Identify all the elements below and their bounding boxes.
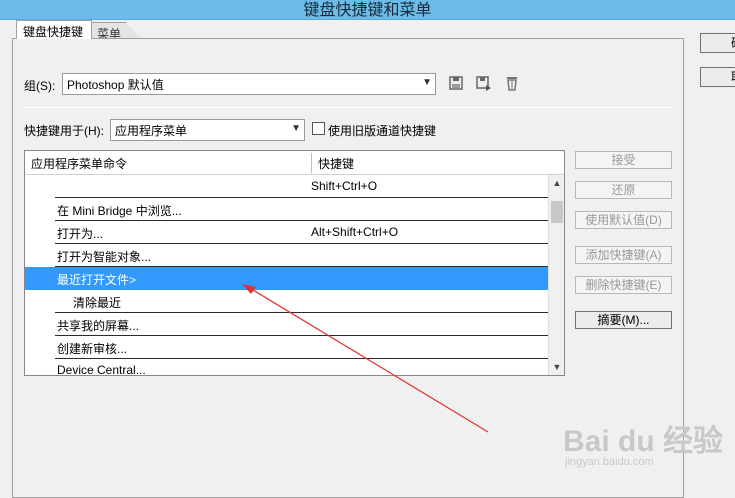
window-title: 键盘快捷键和菜单 (303, 2, 432, 19)
cancel-button[interactable]: 取 (700, 67, 735, 87)
command-name: 共享我的屏幕... (57, 319, 140, 333)
group-label: 组(S): (24, 79, 56, 93)
command-name: Device Central... (57, 363, 146, 376)
tab-keyboard-shortcuts[interactable]: 键盘快捷键 (16, 20, 92, 39)
table-row[interactable]: 在 Mini Bridge 中浏览... (25, 198, 549, 221)
chevron-down-icon: ▼ (291, 123, 301, 134)
table-row[interactable]: 清除最近 (25, 290, 549, 313)
group-select-value: Photoshop 默认值 (67, 78, 164, 92)
chevron-down-icon: ▼ (422, 77, 432, 88)
command-name: 清除最近 (73, 296, 122, 310)
accept-button[interactable]: 接受 (575, 151, 672, 169)
column-header-shortcut[interactable]: 快捷键 (318, 155, 354, 172)
command-name: 最近打开文件> (57, 273, 137, 287)
legacy-channel-shortcuts-label: 使用旧版通道快捷键 (328, 124, 437, 138)
command-name: 创建新审核... (57, 342, 128, 356)
use-default-button[interactable]: 使用默认值(D) (575, 211, 672, 229)
column-header-command[interactable]: 应用程序菜单命令 (31, 155, 127, 172)
undo-button[interactable]: 还原 (575, 181, 672, 199)
command-name: 在 Mini Bridge 中浏览... (57, 204, 182, 218)
scroll-thumb[interactable] (551, 201, 563, 223)
scroll-down-icon[interactable]: ▼ (549, 359, 564, 375)
scroll-up-icon[interactable]: ▲ (549, 175, 564, 191)
delete-icon[interactable] (503, 75, 521, 93)
shortcut-value[interactable]: Alt+Shift+Ctrl+O (311, 225, 398, 239)
title-bar: 键盘快捷键和菜单 (0, 0, 735, 20)
summarize-button[interactable]: 摘要(M)... (575, 311, 672, 329)
legacy-channel-shortcuts-checkbox[interactable] (312, 122, 325, 135)
table-row[interactable]: 打开为... Alt+Shift+Ctrl+O (25, 221, 549, 244)
add-shortcut-button[interactable]: 添加快捷键(A) (575, 246, 672, 264)
shortcuts-for-label: 快捷键用于(H): (24, 124, 104, 138)
shortcuts-for-select[interactable]: 应用程序菜单 ▼ (110, 119, 305, 141)
table-row-selected[interactable]: 最近打开文件> (25, 267, 549, 290)
save-icon[interactable] (447, 75, 465, 93)
separator (24, 107, 672, 108)
watermark-logo-text: Bai du 经验 (563, 425, 724, 458)
delete-shortcut-button[interactable]: 删除快捷键(E) (575, 276, 672, 294)
vertical-scrollbar[interactable]: ▲ ▼ (548, 175, 564, 375)
shortcuts-for-value: 应用程序菜单 (115, 124, 188, 138)
table-row[interactable]: 共享我的屏幕... (25, 313, 549, 336)
baidu-watermark: Bai du 经验 jingyan.baidu.com (563, 408, 733, 478)
table-row[interactable]: 创建新审核... (25, 336, 549, 359)
command-name: 打开为智能对象... (57, 250, 152, 264)
group-select[interactable]: Photoshop 默认值 ▼ (62, 73, 436, 95)
shortcut-value[interactable]: Shift+Ctrl+O (311, 179, 377, 193)
table-row[interactable]: Shift+Ctrl+O (25, 175, 549, 198)
watermark-url: jingyan.baidu.com (565, 456, 654, 468)
table-row[interactable]: 打开为智能对象... (25, 244, 549, 267)
shortcuts-table: 应用程序菜单命令 快捷键 Shift+Ctrl+O 在 Mini Bridge 中… (24, 150, 565, 376)
command-name: 打开为... (57, 227, 104, 241)
save-as-icon[interactable] (475, 75, 493, 93)
table-header: 应用程序菜单命令 快捷键 (25, 151, 564, 175)
column-divider[interactable] (311, 153, 312, 173)
ok-button[interactable]: 确 (700, 33, 735, 53)
table-row[interactable]: Device Central... (25, 359, 549, 376)
